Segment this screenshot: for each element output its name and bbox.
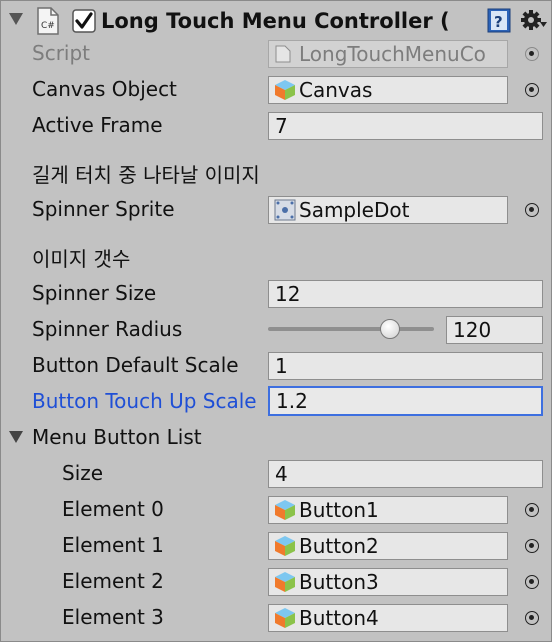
element-picker-icon[interactable] — [525, 539, 539, 553]
svg-text:C#: C# — [41, 21, 55, 31]
element-picker-icon[interactable] — [525, 503, 539, 517]
script-file-icon — [275, 45, 291, 63]
foldout-arrow-icon[interactable] — [8, 12, 24, 26]
spinner-sprite-picker-icon[interactable] — [525, 203, 539, 217]
canvas-object-label: Canvas Object — [32, 77, 177, 101]
spinner-sprite-value: SampleDot — [299, 198, 410, 222]
canvas-object-picker-icon[interactable] — [525, 83, 539, 97]
gear-icon[interactable] — [520, 8, 548, 34]
element-label: Element 1 — [62, 533, 164, 557]
script-picker-icon — [525, 47, 539, 61]
button-touch-up-scale-input[interactable]: 1.2 — [268, 386, 543, 416]
element-field[interactable]: Button3 — [268, 568, 508, 596]
list-size-input[interactable]: 4 — [268, 460, 543, 488]
active-frame-label: Active Frame — [32, 113, 163, 137]
help-book-icon[interactable]: ? — [487, 8, 513, 34]
component-header: C# Long Touch Menu Controller ( ? — [0, 0, 552, 40]
gameobject-cube-icon — [275, 80, 295, 100]
element-picker-icon[interactable] — [525, 611, 539, 625]
gameobject-cube-icon — [275, 608, 295, 628]
script-field: LongTouchMenuCo — [268, 40, 508, 68]
csharp-script-icon: C# — [37, 7, 59, 35]
button-default-scale-label: Button Default Scale — [32, 353, 239, 377]
button-touch-up-scale-label: Button Touch Up Scale — [32, 389, 257, 413]
element-value: Button1 — [299, 498, 379, 522]
menu-button-list-label[interactable]: Menu Button List — [32, 422, 202, 452]
element-field[interactable]: Button1 — [268, 496, 508, 524]
element-label: Element 2 — [62, 569, 164, 593]
element-value: Button2 — [299, 534, 379, 558]
gameobject-cube-icon — [275, 536, 295, 556]
active-frame-input[interactable]: 7 — [268, 112, 543, 140]
spinner-radius-label: Spinner Radius — [32, 317, 183, 341]
canvas-object-value: Canvas — [299, 78, 373, 102]
spinner-radius-slider-track[interactable] — [268, 327, 434, 331]
element-field[interactable]: Button2 — [268, 532, 508, 560]
element-value: Button4 — [299, 606, 379, 630]
menu-button-list-foldout-icon[interactable] — [9, 431, 23, 443]
spinner-sprite-label: Spinner Sprite — [32, 197, 175, 221]
element-label: Element 0 — [62, 497, 164, 521]
canvas-object-field[interactable]: Canvas — [268, 76, 508, 104]
element-label: Element 3 — [62, 605, 164, 629]
gameobject-cube-icon — [275, 572, 295, 592]
spinner-radius-input[interactable]: 120 — [446, 316, 543, 344]
spinner-size-label: Spinner Size — [32, 281, 157, 305]
section-header-count: 이미지 갯수 — [32, 247, 131, 271]
sprite-icon — [274, 199, 296, 221]
spinner-sprite-field[interactable]: SampleDot — [268, 196, 508, 224]
element-picker-icon[interactable] — [525, 575, 539, 589]
spinner-size-input[interactable]: 12 — [268, 280, 543, 308]
script-label: Script — [32, 41, 91, 65]
section-header-image: 길게 터치 중 나타날 이미지 — [32, 163, 260, 187]
component-title: Long Touch Menu Controller ( — [101, 9, 450, 33]
gameobject-cube-icon — [275, 500, 295, 520]
component-enabled-checkbox[interactable] — [72, 9, 96, 33]
svg-text:?: ? — [494, 13, 503, 31]
element-value: Button3 — [299, 570, 379, 594]
button-default-scale-input[interactable]: 1 — [268, 352, 543, 380]
list-size-label: Size — [62, 461, 104, 485]
script-value: LongTouchMenuCo — [299, 42, 486, 66]
element-field[interactable]: Button4 — [268, 604, 508, 632]
